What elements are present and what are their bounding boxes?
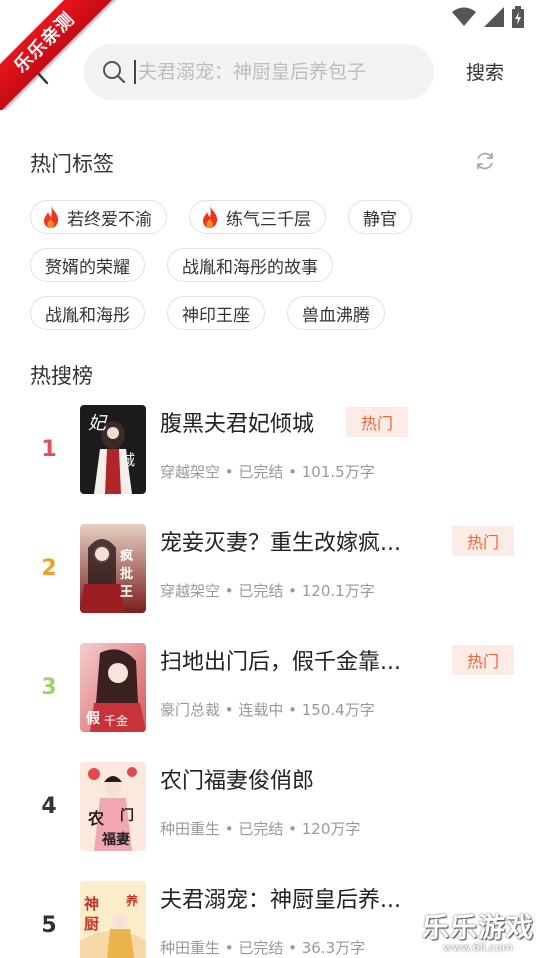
book-title: 夫君溺宠：神厨皇后养... <box>160 888 401 913</box>
search-button[interactable]: 搜索 <box>466 58 504 85</box>
book-cover[interactable]: 神厨 养 <box>80 881 146 958</box>
chevron-left-icon <box>35 59 49 85</box>
hot-badge: 热门 <box>452 526 514 556</box>
watermark: 乐乐游戏 www.6ll.com <box>422 906 534 954</box>
book-title: 腹黑夫君妃倾城 <box>160 412 315 437</box>
svg-text:农: 农 <box>87 809 104 828</box>
hot-badge: 热门 <box>346 407 408 437</box>
battery-icon <box>512 6 524 28</box>
book-meta: 种田重生 • 已完结 • 36.3万字 <box>160 939 366 957</box>
tag-chip[interactable]: 若终爱不渝 <box>30 200 167 234</box>
tag-label: 神印王座 <box>182 305 250 326</box>
book-cover[interactable]: 假千金 <box>80 643 146 732</box>
svg-text:疯: 疯 <box>120 548 133 564</box>
tag-label: 兽血沸腾 <box>302 305 370 326</box>
rank-number: 1 <box>41 437 57 462</box>
tag-chip[interactable]: 战胤和海彤的故事 <box>167 248 333 282</box>
svg-text:神: 神 <box>84 895 99 913</box>
svg-text:批: 批 <box>120 566 133 582</box>
status-icons <box>452 6 524 28</box>
book-cover[interactable]: 妃城 <box>80 405 146 494</box>
list-item[interactable]: 2 疯批王 宠妾灭妻？重生改嫁疯... 热门 穿越架空 • 已完结 • 120.… <box>0 524 538 643</box>
tag-chip[interactable]: 兽血沸腾 <box>287 296 385 330</box>
book-meta: 穿越架空 • 已完结 • 120.1万字 <box>160 582 375 600</box>
hot-tags-title: 热门标签 <box>30 152 114 176</box>
refresh-icon[interactable] <box>474 150 496 172</box>
svg-text:厨: 厨 <box>84 915 99 933</box>
search-input[interactable] <box>138 61 408 83</box>
book-meta: 穿越架空 • 已完结 • 101.5万字 <box>160 463 375 481</box>
book-title: 农门福妻俊俏郎 <box>160 769 315 794</box>
book-title: 宠妾灭妻？重生改嫁疯... <box>160 531 401 556</box>
rank-number: 3 <box>41 675 57 700</box>
rank-number: 2 <box>41 556 57 581</box>
tag-row: 若终爱不渝 练气三千层 静官 <box>30 200 510 234</box>
book-meta: 种田重生 • 已完结 • 120万字 <box>160 820 361 838</box>
tag-label: 若终爱不渝 <box>67 209 152 230</box>
svg-text:千金: 千金 <box>104 713 128 728</box>
svg-text:福妻: 福妻 <box>101 831 130 848</box>
search-box[interactable] <box>84 44 434 100</box>
rank-number: 4 <box>41 794 57 819</box>
tag-label: 静官 <box>363 209 397 230</box>
search-icon <box>103 61 126 84</box>
tag-chip[interactable]: 练气三千层 <box>189 200 326 234</box>
tag-label: 战胤和海彤 <box>45 305 130 326</box>
signal-icon <box>484 7 504 27</box>
search-header: 搜索 <box>0 42 538 102</box>
tag-chip[interactable]: 静官 <box>348 200 412 234</box>
svg-text:养: 养 <box>125 893 138 908</box>
list-item[interactable]: 3 假千金 扫地出门后，假千金靠... 热门 豪门总裁 • 连载中 • 150.… <box>0 643 538 762</box>
tag-chip[interactable]: 神印王座 <box>167 296 265 330</box>
fire-icon <box>41 205 61 229</box>
svg-text:王: 王 <box>120 585 133 600</box>
watermark-text: 乐乐游戏 <box>422 913 534 944</box>
svg-text:妃: 妃 <box>88 413 108 434</box>
status-bar <box>0 0 538 34</box>
list-item[interactable]: 1 妃城 腹黑夫君妃倾城 热门 穿越架空 • 已完结 • 101.5万字 <box>0 405 538 524</box>
book-title: 扫地出门后，假千金靠... <box>160 650 401 675</box>
book-cover[interactable]: 疯批王 <box>80 524 146 613</box>
tag-chip[interactable]: 赘婿的荣耀 <box>30 248 145 282</box>
rank-number: 5 <box>41 913 57 938</box>
book-cover[interactable]: 农门福妻 <box>80 762 146 851</box>
list-item[interactable]: 4 农门福妻 农门福妻俊俏郎 种田重生 • 已完结 • 120万字 <box>0 762 538 881</box>
svg-text:门: 门 <box>120 807 134 824</box>
tag-label: 赘婿的荣耀 <box>45 257 130 278</box>
wifi-icon <box>452 7 476 26</box>
svg-text:城: 城 <box>120 451 135 469</box>
book-meta: 豪门总裁 • 连载中 • 150.4万字 <box>160 701 375 719</box>
tag-label: 练气三千层 <box>226 209 311 230</box>
text-caret <box>134 60 136 84</box>
back-button[interactable] <box>28 56 56 88</box>
hot-search-list: 1 妃城 腹黑夫君妃倾城 热门 穿越架空 • 已完结 • 101.5万字 2 疯… <box>0 405 538 958</box>
tag-label: 战胤和海彤的故事 <box>182 257 318 278</box>
hot-search-title: 热搜榜 <box>30 364 93 388</box>
tag-chip[interactable]: 战胤和海彤 <box>30 296 145 330</box>
tag-row: 赘婿的荣耀 战胤和海彤的故事 <box>30 248 510 282</box>
svg-text:假: 假 <box>86 710 101 727</box>
hot-badge: 热门 <box>452 645 514 675</box>
tag-row: 战胤和海彤 神印王座 兽血沸腾 <box>30 296 510 330</box>
fire-icon <box>200 205 220 229</box>
hot-tags: 若终爱不渝 练气三千层 静官 赘婿的荣耀 战胤和海彤的故事 战胤和海彤 神印王座… <box>30 200 510 344</box>
